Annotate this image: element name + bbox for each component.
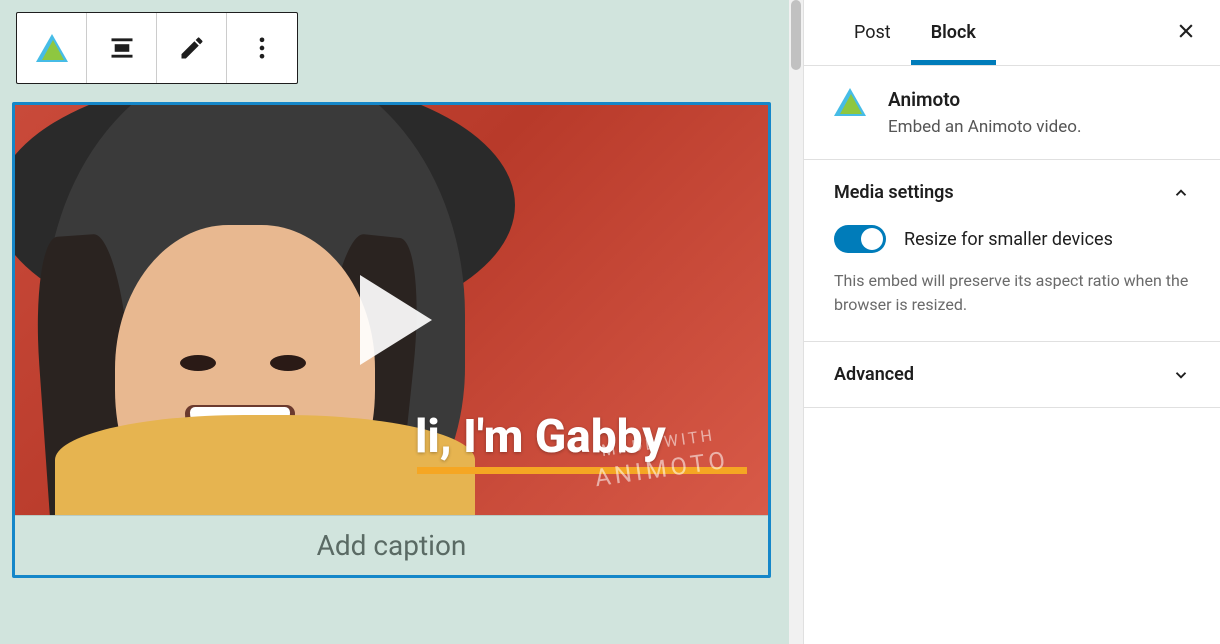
- panel-advanced: Advanced: [804, 342, 1220, 408]
- resize-help-text: This embed will preserve its aspect rati…: [834, 269, 1190, 317]
- panel-advanced-header[interactable]: Advanced: [804, 342, 1220, 407]
- block-description: Embed an Animoto video.: [888, 117, 1081, 137]
- panel-media-settings: Media settings Resize for smaller device…: [804, 160, 1220, 342]
- editor-canvas: li, I'm Gabby MADE WITH ANIMOTO Add capt…: [0, 0, 803, 644]
- tab-post[interactable]: Post: [834, 0, 911, 65]
- animoto-icon: [834, 88, 870, 124]
- animoto-embed-block[interactable]: li, I'm Gabby MADE WITH ANIMOTO Add capt…: [12, 102, 771, 578]
- block-type-button[interactable]: [17, 13, 87, 83]
- resize-toggle[interactable]: [834, 225, 886, 253]
- edit-button[interactable]: [157, 13, 227, 83]
- play-icon[interactable]: [360, 275, 432, 365]
- chevron-down-icon: [1172, 366, 1190, 384]
- pencil-icon: [178, 34, 206, 62]
- more-vertical-icon: [248, 34, 276, 62]
- block-toolbar: [16, 12, 298, 84]
- close-icon: [1176, 21, 1196, 41]
- tab-block[interactable]: Block: [911, 0, 996, 65]
- panel-title: Advanced: [834, 364, 914, 385]
- align-button[interactable]: [87, 13, 157, 83]
- caption-input[interactable]: Add caption: [15, 515, 768, 575]
- chevron-up-icon: [1172, 184, 1190, 202]
- scrollbar-thumb[interactable]: [791, 0, 801, 70]
- video-preview[interactable]: li, I'm Gabby MADE WITH ANIMOTO: [15, 105, 768, 515]
- close-sidebar-button[interactable]: [1172, 15, 1200, 51]
- panel-title: Media settings: [834, 182, 954, 203]
- animoto-icon: [36, 34, 68, 62]
- panel-media-settings-header[interactable]: Media settings: [804, 160, 1220, 225]
- more-options-button[interactable]: [227, 13, 297, 83]
- block-header: Animoto Embed an Animoto video.: [804, 66, 1220, 160]
- align-icon: [108, 34, 136, 62]
- sidebar-tabs: Post Block: [804, 0, 1220, 66]
- block-name: Animoto: [888, 88, 1081, 111]
- resize-toggle-label: Resize for smaller devices: [904, 229, 1113, 250]
- settings-sidebar: Post Block Animoto Embed an Animoto vide…: [803, 0, 1220, 644]
- scrollbar[interactable]: [789, 0, 803, 644]
